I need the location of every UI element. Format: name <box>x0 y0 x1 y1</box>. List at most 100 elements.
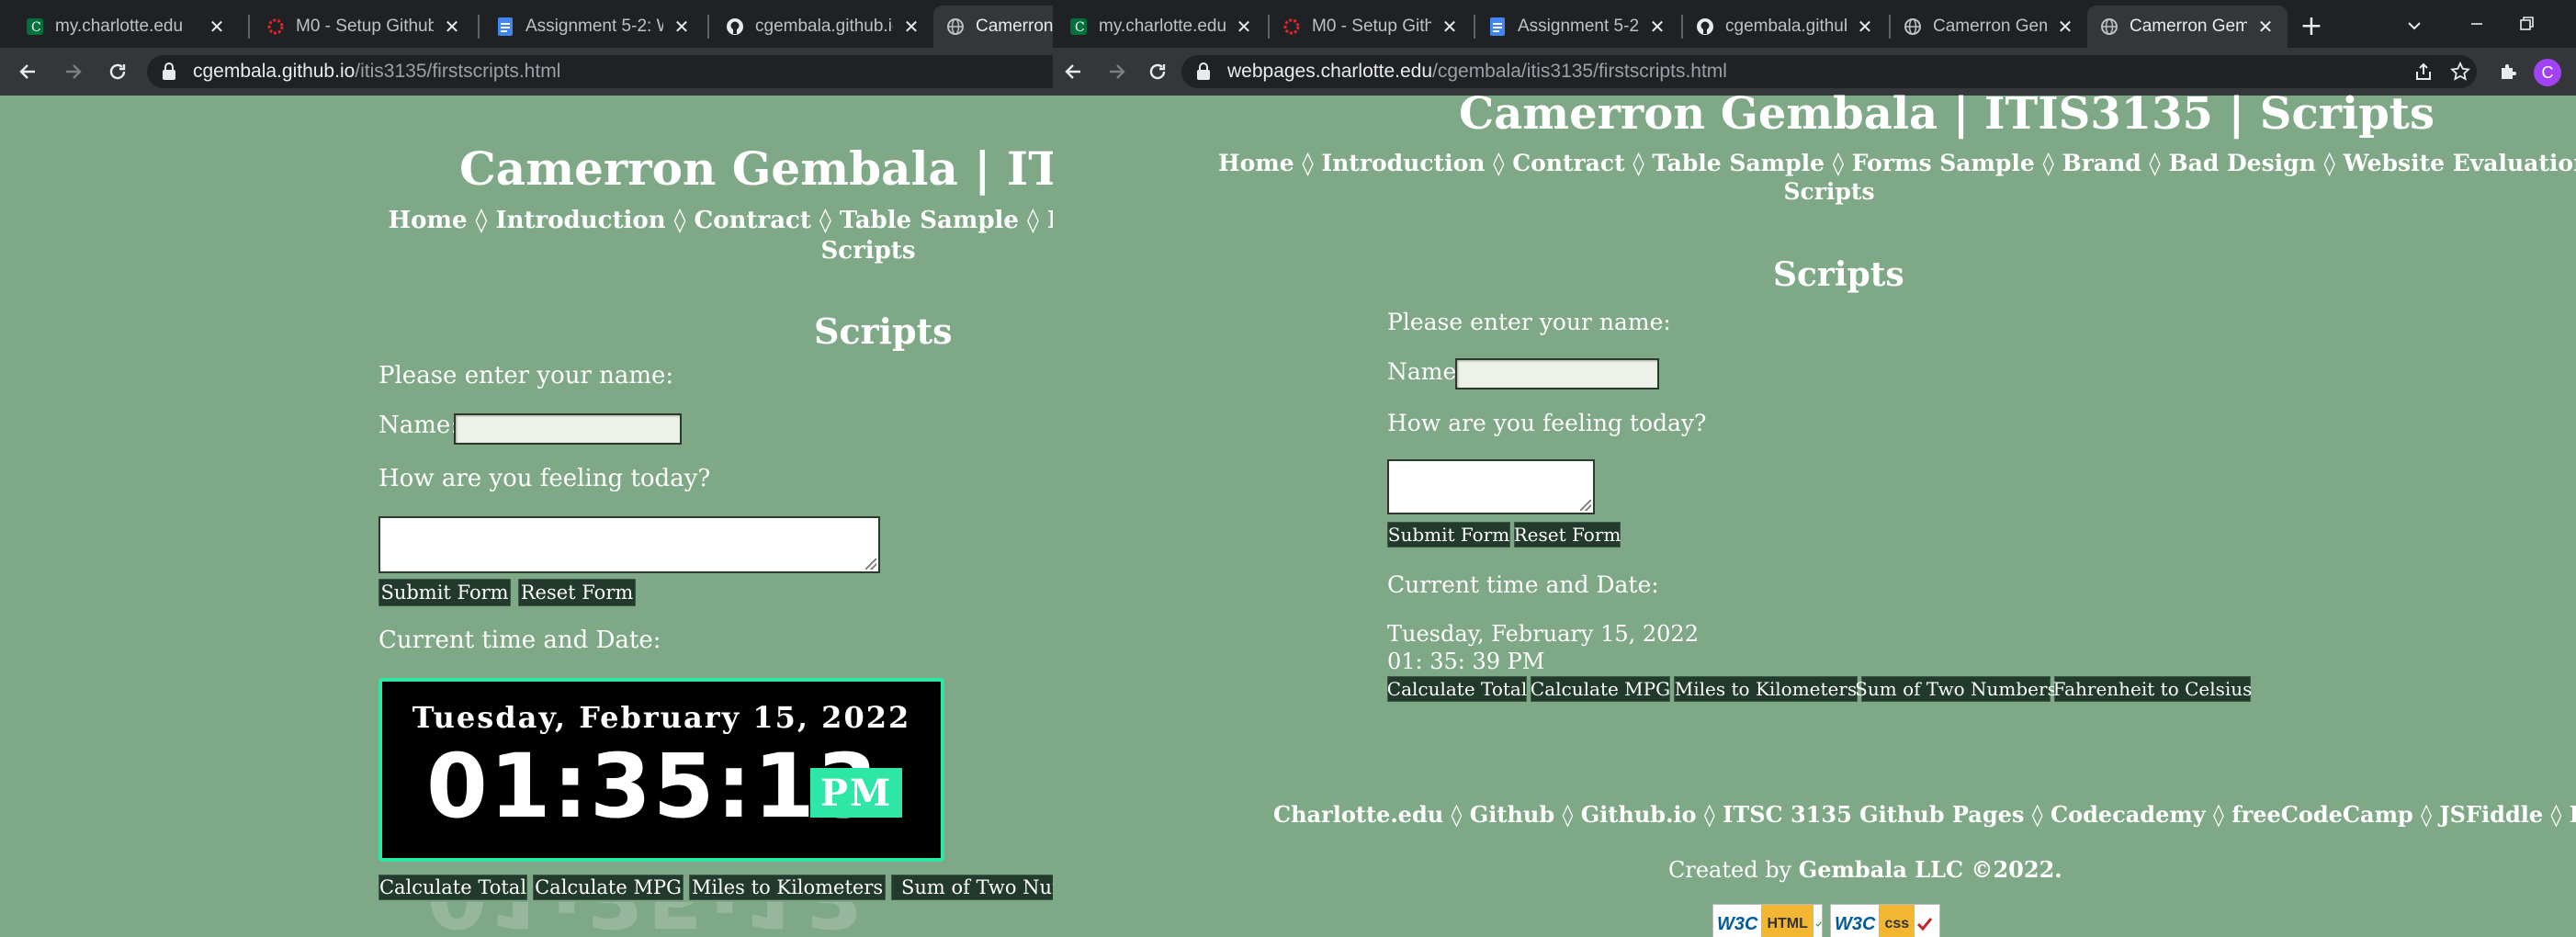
new-tab-plus-icon[interactable]: + <box>2295 9 2328 42</box>
lock-icon <box>1196 62 1215 81</box>
feeling-textarea[interactable] <box>378 516 880 573</box>
left-browser-window: C my.charlotte.edu ✕ M0 - Setup Github ✕… <box>0 0 1053 937</box>
tab-github-io[interactable]: cgembala.github.io ✕ <box>713 6 933 48</box>
close-tab-icon[interactable]: ✕ <box>1235 16 1253 39</box>
charlotte-favicon-icon: C <box>1069 17 1088 36</box>
feeling-label: How are you feeling today? <box>1387 410 1707 436</box>
site-nav: Home ◊ Introduction ◊ Contract ◊ Table S… <box>1218 149 2576 207</box>
tab-strip: C my.charlotte.edu ✕ M0 - Setup Github ✕… <box>1053 0 2576 48</box>
time-text: 01: 35: 39 PM <box>1387 649 1545 674</box>
tab-my-charlotte[interactable]: C my.charlotte.edu ✕ <box>1056 6 1266 48</box>
tab-my-charlotte[interactable]: C my.charlotte.edu ✕ <box>13 6 239 48</box>
resize-grip-icon[interactable] <box>865 559 876 570</box>
address-bar[interactable]: cgembala.github.io/itis3135/firstscripts… <box>147 55 1053 88</box>
feeling-textarea[interactable] <box>1387 459 1595 514</box>
charlotte-favicon-icon: C <box>26 17 44 36</box>
minimize-icon[interactable] <box>2462 11 2491 37</box>
nav-links[interactable]: Home ◊ Introduction ◊ Contract ◊ Table S… <box>389 207 1053 234</box>
bookmark-star-icon[interactable] <box>2446 57 2475 86</box>
back-arrow-icon[interactable] <box>13 57 42 86</box>
name-prompt: Please enter your name: <box>378 362 674 389</box>
forward-arrow-icon[interactable] <box>59 57 88 86</box>
clock-reflection-text: 01:35:13 <box>426 902 865 937</box>
right-browser-window: C my.charlotte.edu ✕ M0 - Setup Github ✕… <box>1053 0 2576 937</box>
name-input[interactable] <box>1455 358 1659 389</box>
tab-assignment[interactable]: Assignment 5-2: W ✕ <box>1475 6 1679 48</box>
reload-icon[interactable] <box>1143 57 1172 86</box>
globe-favicon-icon <box>1904 17 1922 36</box>
docs-favicon-icon <box>1488 17 1507 36</box>
calculate-total-button[interactable]: Calculate Total <box>378 875 527 900</box>
page-heading: Scripts <box>814 310 953 352</box>
nav-link-scripts[interactable]: Scripts <box>1783 178 1874 205</box>
clock-reflection: 01:35:13 <box>378 902 944 937</box>
clock-date: Tuesday, February 15, 2022 <box>412 700 911 735</box>
forward-arrow-icon[interactable] <box>1102 57 1132 86</box>
profile-avatar[interactable]: C <box>2534 59 2561 86</box>
close-tab-icon[interactable]: ✕ <box>902 16 921 39</box>
canvas-favicon-icon <box>1282 17 1301 36</box>
name-input[interactable] <box>454 413 682 445</box>
extensions-puzzle-icon[interactable] <box>2493 57 2523 86</box>
close-tab-icon[interactable]: ✕ <box>2056 16 2074 39</box>
close-tab-icon[interactable]: ✕ <box>672 16 691 39</box>
created-brand[interactable]: Gembala LLC ©2022. <box>1799 856 2062 883</box>
back-arrow-icon[interactable] <box>1058 57 1088 86</box>
docs-favicon-icon <box>496 17 514 36</box>
sum-two-numbers-button[interactable]: Sum of Two Numbers <box>1855 676 2057 702</box>
page-heading: Scripts <box>1773 255 1904 294</box>
clock-widget: Tuesday, February 15, 2022 01:35:13 PM <box>378 678 944 862</box>
browser-toolbar: cgembala.github.io/itis3135/firstscripts… <box>0 48 1053 96</box>
tab-camerron-active[interactable]: Camerron <box>933 6 1053 48</box>
tab-setup-github[interactable]: M0 - Setup Github ✕ <box>1270 6 1472 48</box>
page-content: Camerron Gembala | ITIS3135 | Scripts Ho… <box>1053 88 2576 937</box>
lock-icon <box>162 62 180 81</box>
tab-camerron-active[interactable]: Camerron Gembala ✕ <box>2087 6 2288 48</box>
w3c-css-badge[interactable]: W3C css <box>1830 904 1940 937</box>
submit-button[interactable]: Submit Form <box>1387 522 1510 548</box>
tab-github-io[interactable]: cgembala.github.io ✕ <box>1683 6 1887 48</box>
reload-icon[interactable] <box>103 57 132 86</box>
time-label: Current time and Date: <box>378 627 661 654</box>
clock-ampm: PM <box>810 768 902 818</box>
share-icon[interactable] <box>2409 57 2438 86</box>
site-title: Camerron Gembala | ITIS3135 | Scripts <box>1459 88 2435 140</box>
canvas-favicon-icon <box>266 17 285 36</box>
tab-strip: C my.charlotte.edu ✕ M0 - Setup Github ✕… <box>0 0 1053 48</box>
feeling-label: How are you feeling today? <box>378 465 711 492</box>
miles-to-km-button[interactable]: Miles to Kilometers <box>689 875 886 900</box>
fahrenheit-to-celsius-button[interactable]: Fahrenheit to Celsius <box>2053 676 2252 702</box>
page-content: Camerron Gembala | ITIS31 Home ◊ Introdu… <box>0 96 1053 937</box>
date-text: Tuesday, February 15, 2022 <box>1387 621 1699 647</box>
sum-two-numbers-button[interactable]: Sum of Two Num <box>891 875 1053 900</box>
close-tab-icon[interactable]: ✕ <box>1648 16 1666 39</box>
tab-search-chevron-icon[interactable] <box>2401 13 2427 39</box>
w3c-html-badge[interactable]: W3C HTML <box>1712 904 1823 937</box>
site-nav: Home ◊ Introduction ◊ Contract ◊ Table S… <box>202 206 1053 265</box>
resize-grip-icon[interactable] <box>1580 500 1591 511</box>
close-tab-icon[interactable]: ✕ <box>1441 16 1459 39</box>
close-tab-icon[interactable]: ✕ <box>443 16 461 39</box>
close-tab-icon[interactable]: ✕ <box>208 16 226 39</box>
tab-assignment[interactable]: Assignment 5-2: W ✕ <box>483 6 704 48</box>
calculate-mpg-button[interactable]: Calculate MPG <box>1531 676 1670 702</box>
submit-button[interactable]: Submit Form <box>378 579 511 606</box>
close-tab-icon[interactable]: ✕ <box>2256 16 2275 39</box>
created-by: Created by Gembala LLC ©2022. <box>1668 856 2062 883</box>
footer-links[interactable]: Charlotte.edu ◊ Github ◊ Github.io ◊ ITS… <box>1273 801 2576 828</box>
calculate-mpg-button[interactable]: Calculate MPG <box>533 875 684 900</box>
reset-button[interactable]: Reset Form <box>518 579 636 606</box>
miles-to-km-button[interactable]: Miles to Kilometers <box>1674 676 1858 702</box>
tab-setup-github[interactable]: M0 - Setup Github ✕ <box>254 6 474 48</box>
github-favicon-icon <box>1696 17 1714 36</box>
tab-camerron-1[interactable]: Camerron Gembala ✕ <box>1891 6 2087 48</box>
reset-button[interactable]: Reset Form <box>1514 522 1621 548</box>
address-bar[interactable]: webpages.charlotte.edu/cgembala/itis3135… <box>1181 55 2477 88</box>
globe-favicon-icon <box>946 17 965 36</box>
calculate-total-button[interactable]: Calculate Total <box>1387 676 1527 702</box>
restore-icon[interactable] <box>2512 11 2541 37</box>
svg-text:C: C <box>1075 20 1085 35</box>
nav-links[interactable]: Home ◊ Introduction ◊ Contract ◊ Table S… <box>1218 150 2576 176</box>
close-tab-icon[interactable]: ✕ <box>1856 16 1874 39</box>
nav-link-scripts[interactable]: Scripts <box>820 237 915 265</box>
